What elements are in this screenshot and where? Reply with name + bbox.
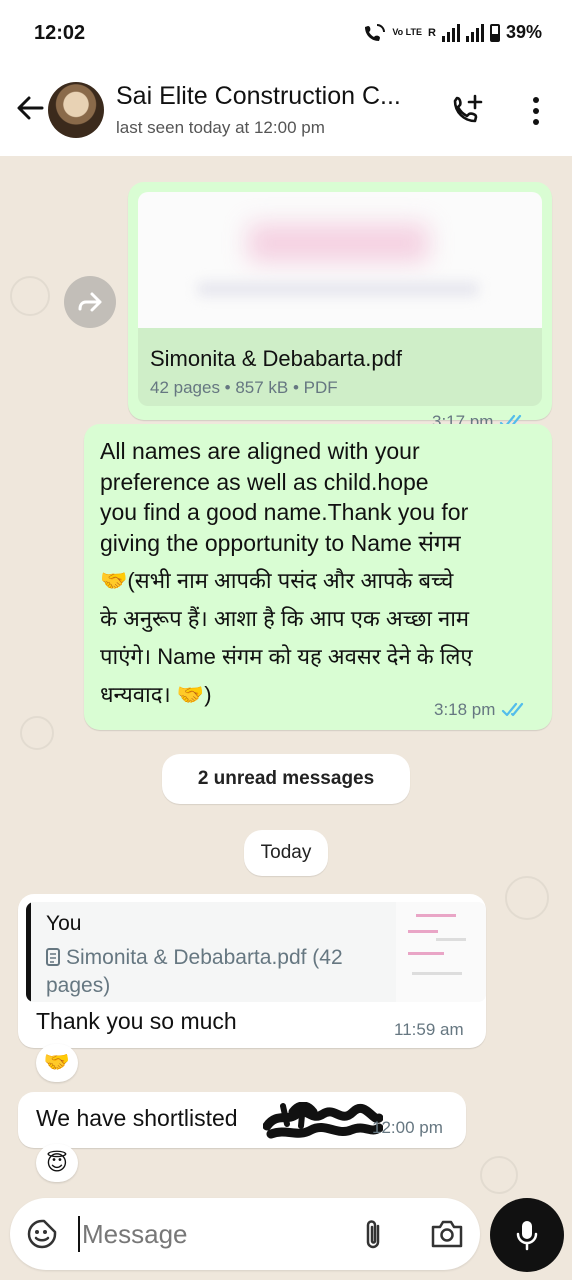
quoted-document-name: Simonita & Debabarta.pdf (42 pages) [46,946,343,997]
chat-area[interactable]: Simonita & Debabarta.pdf 42 pages • 857 … [0,156,572,1196]
reaction-badge[interactable]: 😇 [36,1144,78,1182]
message-line: All names are aligned with your [100,438,420,464]
quoted-message[interactable]: You Simonita & Debabarta.pdf (42 pages) [26,902,486,1002]
volte-label: Vo LTE [392,28,422,37]
back-arrow-icon[interactable] [12,90,48,126]
add-call-icon[interactable] [450,92,486,128]
message-meta: 11:59 am [394,1020,464,1040]
pdf-preview[interactable] [138,192,542,328]
quoted-document: Simonita & Debabarta.pdf (42 pages) [46,944,376,1000]
unread-messages-divider: 2 unread messages [162,754,410,804]
wallpaper-doodle [10,276,50,316]
status-bar: 12:02 Vo LTE R 39% [0,0,572,68]
status-icons: Vo LTE R 39% [364,22,542,43]
status-time: 12:02 [34,22,86,44]
attach-icon[interactable] [360,1218,386,1252]
forward-icon [78,292,102,312]
battery-icon [489,23,500,42]
message-line: 🤝(सभी नाम आपकी पसंद और आपके बच्चे [100,568,454,593]
volte-text: Vo LTE [392,27,423,37]
message-input[interactable] [82,1216,352,1252]
pdf-details: 42 pages • 857 kB • PDF [150,378,338,397]
message-time: 11:59 am [394,1020,464,1039]
wallpaper-doodle [505,876,549,920]
mic-icon [516,1221,538,1251]
double-check-icon [502,702,524,717]
message-text-hindi: 🤝(सभी नाम आपकी पसंद और आपके बच्चे के अनु… [100,562,473,714]
message-meta: 3:18 pm [434,700,527,720]
battery-percent: 39% [505,22,542,42]
pdf-info[interactable]: Simonita & Debabarta.pdf 42 pages • 857 … [138,328,542,406]
more-vert-icon[interactable] [526,94,546,128]
pdf-file-name: Simonita & Debabarta.pdf [150,346,402,371]
reply-message-bubble[interactable]: You Simonita & Debabarta.pdf (42 pages) … [18,894,486,1048]
chat-header: Sai Elite Construction C... last seen to… [0,68,572,156]
message-line: के अनुरूप हैं। आशा है कि आप एक अच्छा नाम [100,606,470,631]
roaming-label: R [428,26,436,39]
wifi-call-icon [365,23,386,41]
last-seen: last seen today at 12:00 pm [116,118,325,137]
pdf-message-bubble[interactable]: Simonita & Debabarta.pdf 42 pages • 857 … [128,182,552,431]
document-icon [46,948,60,966]
forward-button[interactable] [64,276,116,328]
shortlist-message-bubble[interactable]: We have shortlisted 12:00 pm [18,1092,466,1148]
sticker-icon[interactable] [26,1218,58,1250]
date-divider: Today [244,830,328,876]
signal-icon-2 [465,23,484,42]
message-line: धन्यवाद। 🤝) [100,682,212,707]
wallpaper-doodle [20,716,54,750]
message-line: पाएंगे। Name संगम को यह अवसर देने के लिए [100,644,473,669]
text-caret [78,1216,80,1252]
reply-text: Thank you so much [36,1008,237,1034]
message-input-pill[interactable] [10,1198,480,1270]
input-bar [0,1196,572,1280]
mic-button[interactable] [490,1198,564,1272]
message-line: you find a good name.Thank you for [100,499,469,525]
redaction-scribble [263,1102,383,1139]
avatar[interactable] [48,82,104,138]
shortlist-text: We have shortlisted [36,1105,238,1131]
camera-icon[interactable] [430,1218,464,1250]
quoted-sender: You [46,912,82,935]
message-line: preference as well as child.hope [100,468,429,495]
message-time: 12:00 pm [372,1118,443,1137]
wallpaper-doodle [480,1156,518,1194]
quoted-thumbnail [396,902,486,1002]
signal-icon-1 [441,23,460,42]
contact-name[interactable]: Sai Elite Construction C... [116,82,401,111]
reaction-badge[interactable]: 🤝 [36,1044,78,1082]
message-time: 3:18 pm [434,700,496,719]
message-text-english: All names are aligned with your preferen… [100,436,468,558]
text-message-bubble[interactable]: All names are aligned with your preferen… [84,424,552,730]
message-meta: 12:00 pm [372,1118,443,1138]
message-line: giving the opportunity to Name संगम [100,529,461,556]
